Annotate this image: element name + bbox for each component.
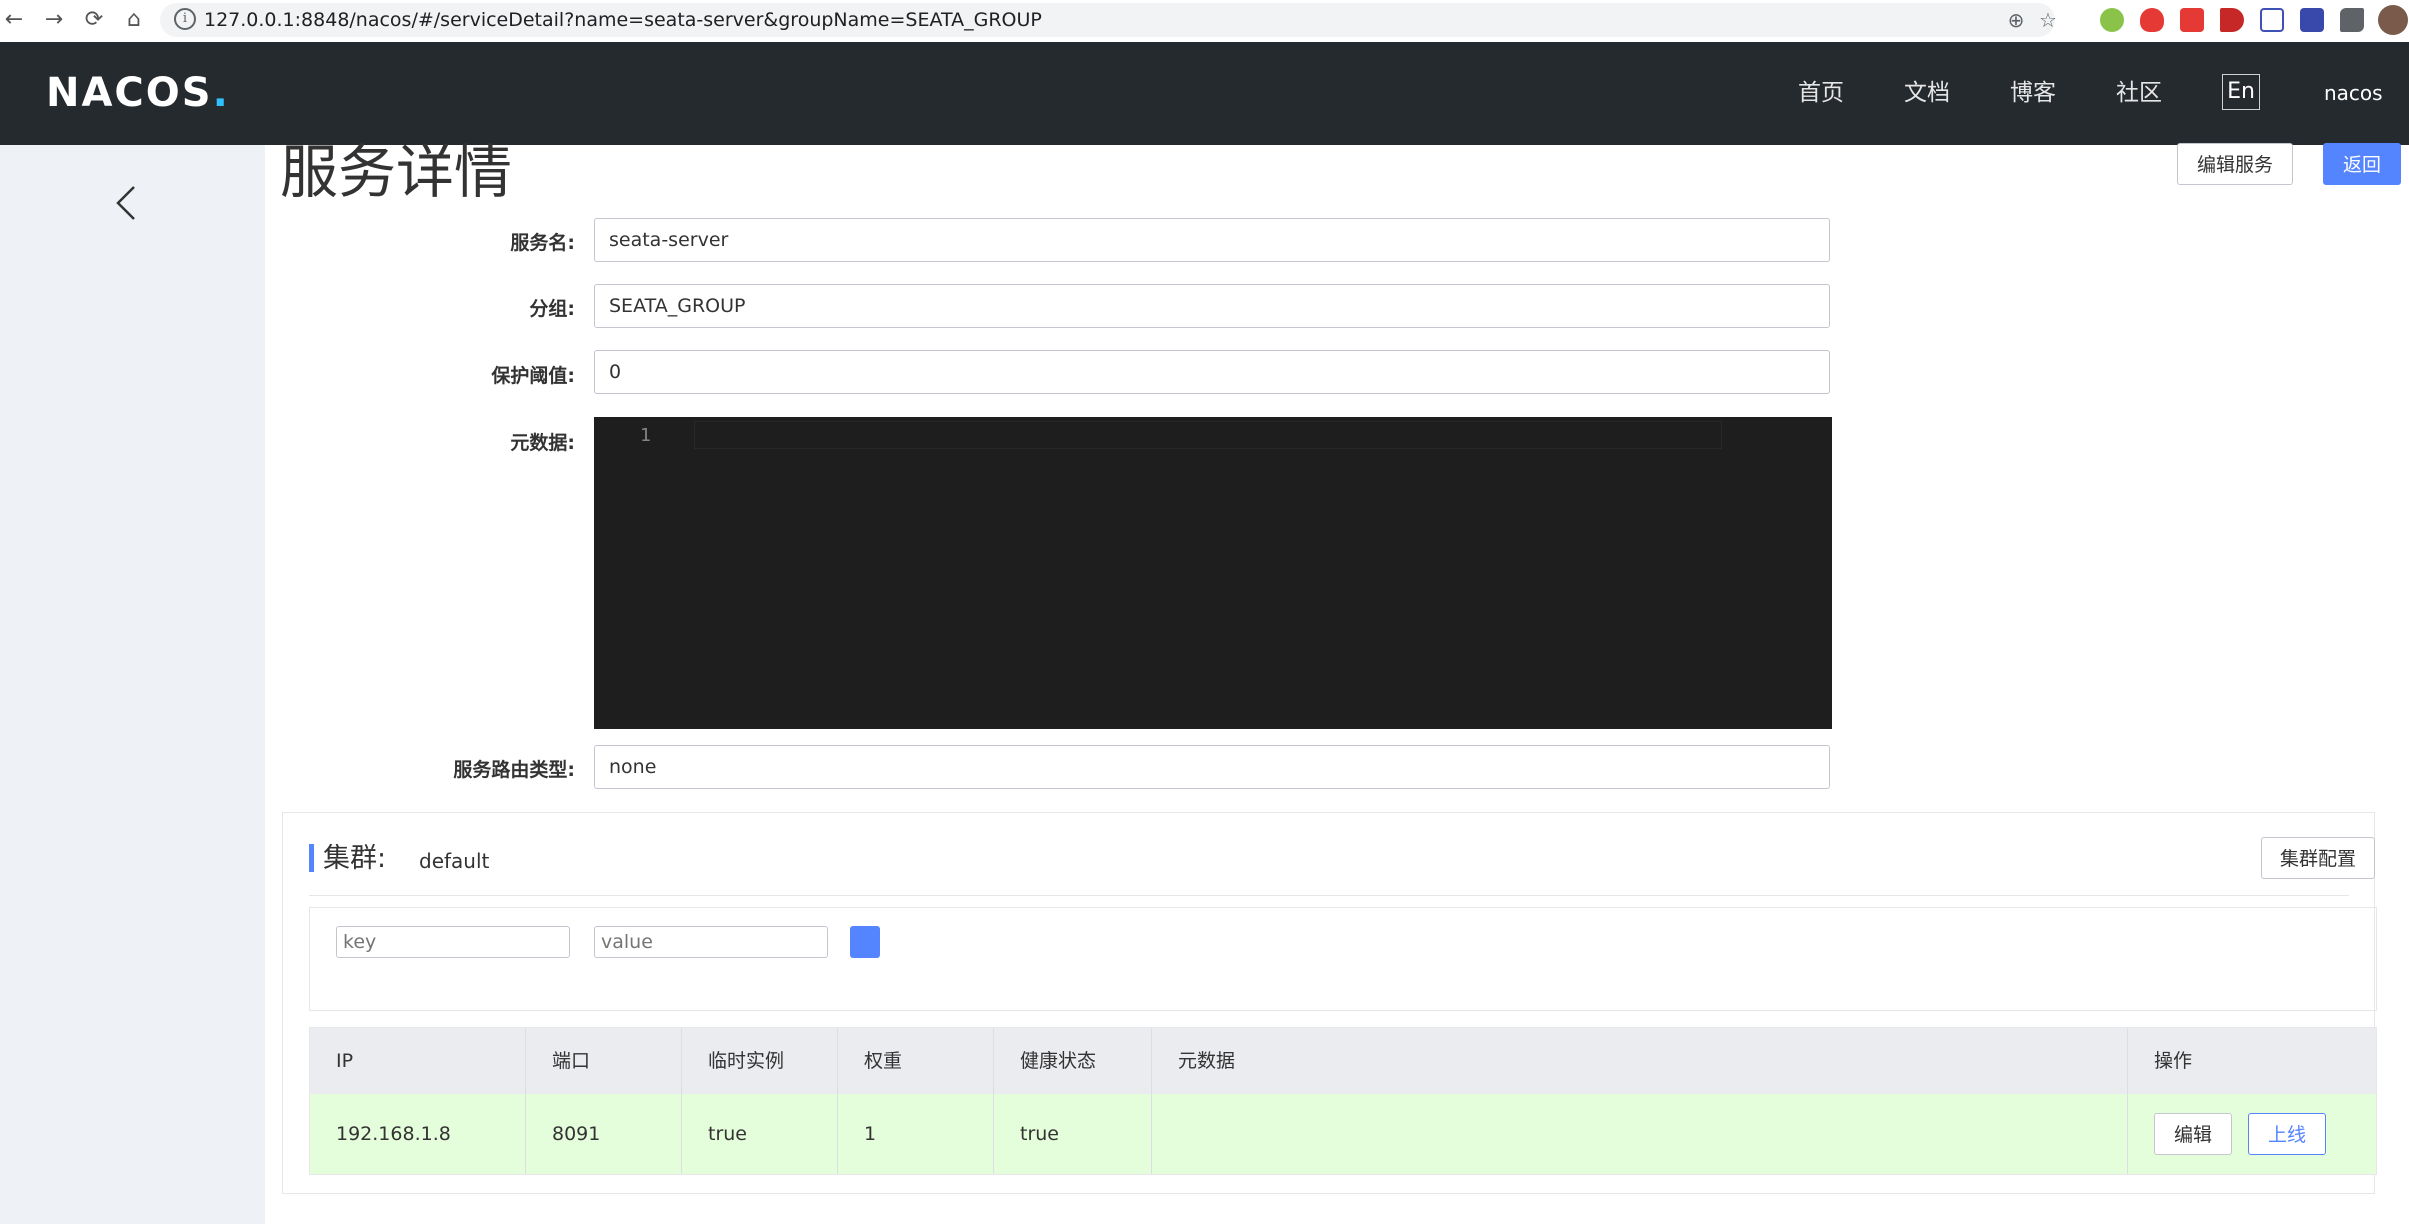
nav-home[interactable]: 首页 [1798,76,1844,110]
instance-table: IP 端口 临时实例 权重 健康状态 元数据 操作 192.168.1.8 80… [309,1027,2377,1175]
cell-ephemeral: true [682,1094,838,1174]
back-icon[interactable]: ← [0,6,28,34]
cluster-card: 集群: default 集群配置 IP 端口 临时实例 权重 健康状态 元数据 … [282,812,2377,1194]
browser-toolbar: ← → ⟳ ⌂ i 127.0.0.1:8848/nacos/#/service… [0,0,2409,43]
nav-community[interactable]: 社区 [2116,76,2162,110]
editor-line-number: 1 [640,425,651,446]
service-name-label: 服务名: [510,232,575,254]
page-title: 服务详情 [280,138,513,206]
protect-threshold-label: 保护阈值: [491,365,575,387]
column-header-actions: 操作 [2154,1050,2193,1072]
online-instance-button[interactable]: 上线 [2248,1113,2326,1155]
column-header-weight: 权重 [838,1028,994,1094]
add-filter-button[interactable] [850,926,880,958]
nav-docs[interactable]: 文档 [1904,76,1950,110]
cluster-header: 集群: default [309,841,2349,896]
back-button[interactable]: 返回 [2323,143,2401,185]
top-header: NACOS. 首页 文档 博客 社区 En nacos [0,42,2409,145]
edit-instance-button[interactable]: 编辑 [2154,1113,2232,1155]
selector-type-field[interactable]: none [594,745,1830,789]
table-row: 192.168.1.8 8091 true 1 true 编辑 上线 [310,1094,2376,1174]
selector-type-label: 服务路由类型: [453,759,575,781]
language-switch-button[interactable]: En [2222,74,2260,110]
group-field[interactable]: SEATA_GROUP [594,284,1830,328]
extensions-puzzle-icon[interactable] [2340,8,2364,32]
bookmark-star-icon[interactable]: ☆ [2034,6,2062,34]
extension-red-icon[interactable] [2180,8,2204,32]
column-header-port: 端口 [526,1028,682,1094]
group-label: 分组: [529,298,575,320]
column-header-ephemeral: 临时实例 [682,1028,838,1094]
extension-green-icon[interactable] [2100,8,2124,32]
site-info-icon[interactable]: i [174,8,196,30]
filter-key-input[interactable] [336,926,570,958]
profile-avatar[interactable] [2378,5,2408,35]
edit-service-button[interactable]: 编辑服务 [2177,143,2293,185]
cluster-title: 集群: [323,843,387,874]
home-icon[interactable]: ⌂ [120,6,148,34]
forward-icon[interactable]: → [40,6,68,34]
cluster-name: default [419,849,490,873]
zoom-icon[interactable]: ⊕ [2002,6,2030,34]
editor-current-line[interactable] [694,421,1722,449]
filter-value-input[interactable] [594,926,828,958]
cell-actions: 编辑 上线 [2128,1094,2376,1174]
cell-metadata [1152,1094,2128,1174]
cluster-accent-bar [309,844,314,872]
chevron-left-icon[interactable] [110,183,142,223]
address-url[interactable]: 127.0.0.1:8848/nacos/#/serviceDetail?nam… [204,3,1042,37]
cell-port: 8091 [526,1094,682,1174]
service-name-field[interactable]: seata-server [594,218,1830,262]
reload-icon[interactable]: ⟳ [80,6,108,34]
table-header: IP 端口 临时实例 权重 健康状态 元数据 操作 [310,1028,2376,1094]
sidebar [0,145,265,1224]
address-bar[interactable]: i 127.0.0.1:8848/nacos/#/serviceDetail?n… [160,3,2057,37]
extension-save-icon[interactable] [2300,8,2324,32]
extension-megaphone-icon[interactable] [2220,8,2244,32]
protect-threshold-field[interactable]: 0 [594,350,1830,394]
metadata-code-editor[interactable]: 1 [594,417,1832,729]
cell-ip: 192.168.1.8 [310,1094,526,1174]
nav-blog[interactable]: 博客 [2010,76,2056,110]
column-header-ip: IP [310,1028,526,1094]
nacos-logo[interactable]: NACOS. [46,70,230,116]
user-name[interactable]: nacos [2324,78,2383,108]
metadata-filter [309,907,2377,1011]
cell-weight: 1 [838,1094,994,1174]
cell-healthy: true [994,1094,1152,1174]
cluster-config-button[interactable]: 集群配置 [2261,837,2375,879]
extension-window-icon[interactable] [2260,8,2284,32]
metadata-label: 元数据: [510,432,575,454]
column-header-healthy: 健康状态 [994,1028,1152,1094]
extension-shield-icon[interactable] [2140,8,2164,32]
column-header-metadata: 元数据 [1152,1028,2128,1094]
